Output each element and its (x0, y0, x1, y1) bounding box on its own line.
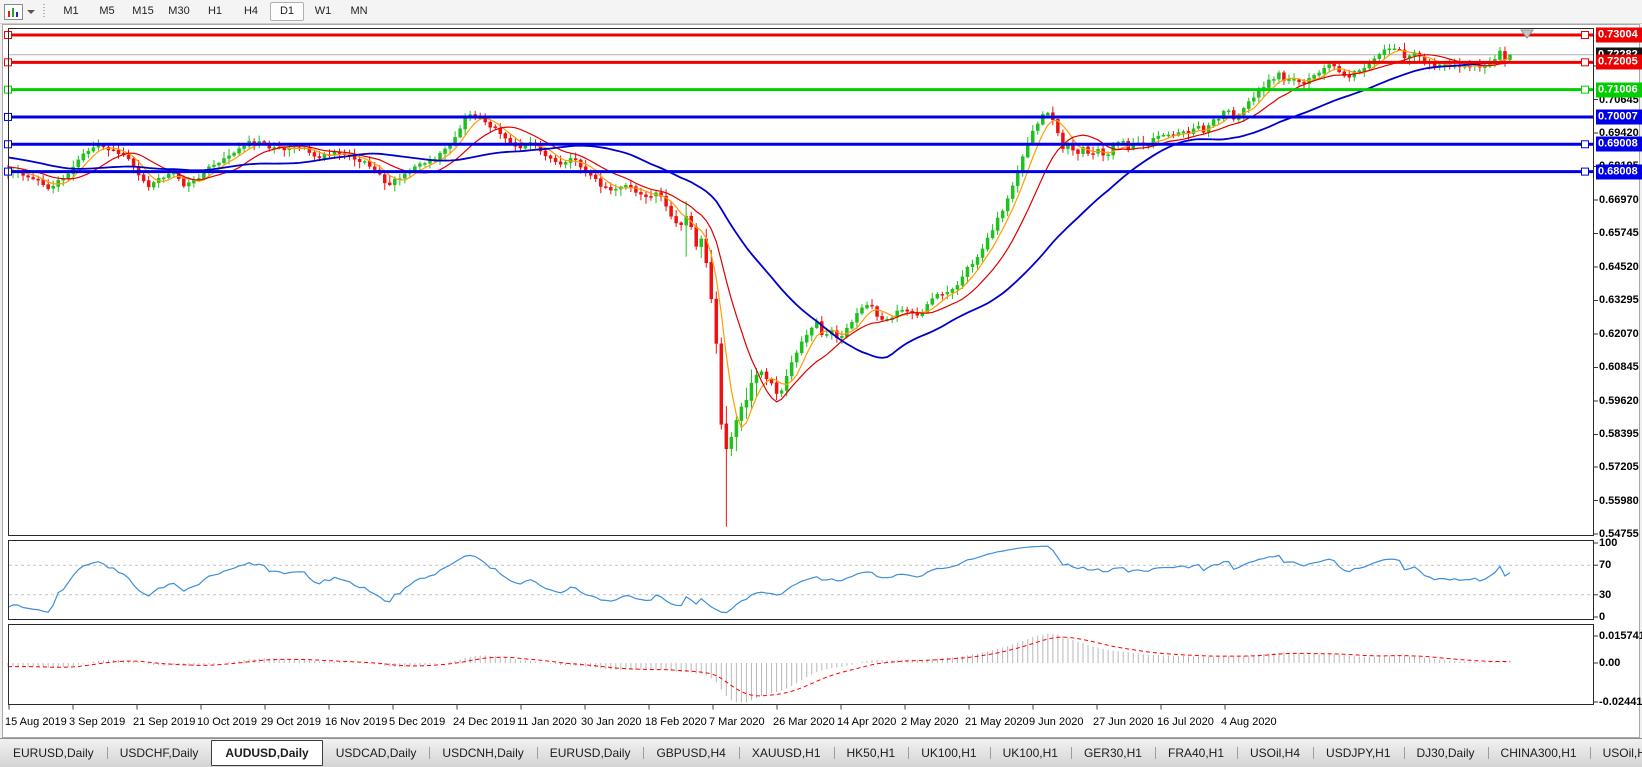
rsi-axis-tick: 30 (1599, 589, 1611, 601)
timeframe-button-m30[interactable]: M30 (162, 2, 196, 21)
macd-axis-tick: -0.024412 (1599, 696, 1642, 708)
timeframe-button-m15[interactable]: M15 (126, 2, 160, 21)
date-axis-label: 5 Dec 2019 (389, 716, 445, 728)
hline-price-badge: 0.73004 (1596, 28, 1642, 43)
price-axis-tick: 0.55980 (1599, 495, 1639, 507)
date-axis-label: 29 Oct 2019 (261, 716, 321, 728)
macd-axis-tick: 0.00 (1599, 657, 1620, 669)
price-axis-tick: 0.66970 (1599, 194, 1639, 206)
date-axis-label: 15 Aug 2019 (5, 716, 67, 728)
date-axis-label: 27 Jun 2020 (1093, 716, 1154, 728)
date-axis-label: 21 May 2020 (965, 716, 1029, 728)
symbol-tab-usdcad-daily[interactable]: USDCAD,Daily (323, 742, 430, 764)
timeframe-button-w1[interactable]: W1 (306, 2, 340, 21)
date-axis-label: 7 Mar 2020 (709, 716, 765, 728)
hline-price-badge: 0.69008 (1596, 137, 1642, 152)
rsi-axis-tick: 0 (1599, 611, 1605, 623)
timeframe-button-m5[interactable]: M5 (90, 2, 124, 21)
rsi-value: 66.7832 (55, 544, 95, 556)
hline-price-badge: 0.70007 (1596, 109, 1642, 124)
price-axis-tick: 0.63295 (1599, 294, 1639, 306)
timeframe-button-h4[interactable]: H4 (234, 2, 268, 21)
date-axis-label: 11 Jan 2020 (517, 716, 577, 728)
macd-name: MACD(12,26,9) (14, 628, 90, 640)
timeframe-button-mn[interactable]: MN (342, 2, 376, 21)
symbol-tab-usdjpy-h1[interactable]: USDJPY,H1 (1313, 742, 1403, 764)
symbol-tab-usdcnh-daily[interactable]: USDCNH,Daily (429, 742, 536, 764)
timeframe-button-d1[interactable]: D1 (270, 2, 304, 21)
date-axis-label: 14 Apr 2020 (837, 716, 896, 728)
price-axis-tick: 0.62070 (1599, 328, 1639, 340)
timeframe-button-m1[interactable]: M1 (54, 2, 88, 21)
macd-signal-value: 0.004460 (142, 628, 188, 640)
date-axis-label: 24 Dec 2019 (453, 716, 515, 728)
toolbar-drag-handle[interactable] (43, 4, 45, 19)
date-axis-label: 18 Feb 2020 (645, 716, 707, 728)
rsi-axis-tick: 100 (1599, 537, 1617, 549)
price-axis-tick: 0.60845 (1599, 361, 1639, 373)
date-axis-label: 2 May 2020 (901, 716, 958, 728)
top-toolbar: M1M5M15M30H1H4D1W1MN (0, 0, 1642, 24)
macd-label: MACD(12,26,9) 0.004172 0.004460 (14, 628, 188, 640)
chevron-down-icon[interactable] (27, 10, 35, 14)
timeframe-button-group: M1M5M15M30H1H4D1W1MN (53, 2, 377, 21)
symbol-tab-eurusd-daily[interactable]: EURUSD,Daily (537, 742, 644, 764)
rsi-name: RSI(14) (14, 544, 52, 556)
symbol-tab-xauusd-h1[interactable]: XAUUSD,H1 (739, 742, 834, 764)
symbol-tab-china300-h1[interactable]: CHINA300,H1 (1488, 742, 1590, 764)
price-axis-tick: 0.65745 (1599, 227, 1639, 239)
ohlc-close: 0.72282 (271, 28, 314, 42)
price-axis-tick: 0.57205 (1599, 461, 1639, 473)
symbol-tab-audusd-daily[interactable]: AUDUSD,Daily (211, 740, 322, 766)
date-axis-label: 16 Nov 2019 (325, 716, 387, 728)
symbol-tab-fra40-h1[interactable]: FRA40,H1 (1155, 742, 1237, 764)
symbol-tab-ger30-h1[interactable]: GER30,H1 (1071, 742, 1155, 764)
hline-price-badge: 0.71006 (1596, 82, 1642, 97)
price-axis-tick: 0.59620 (1599, 395, 1639, 407)
symbol-tab-hk50-h1[interactable]: HK50,H1 (834, 742, 909, 764)
date-axis-label: 10 Oct 2019 (197, 716, 257, 728)
symbol-tab-eurusd-daily[interactable]: EURUSD,Daily (0, 742, 107, 764)
date-axis-label: 16 Jul 2020 (1157, 716, 1214, 728)
symbol-tabs: EURUSD,DailyUSDCHF,DailyAUDUSD,DailyUSDC… (0, 740, 1642, 766)
date-axis-label: 9 Jun 2020 (1029, 716, 1083, 728)
symbol-tab-uk100-h1[interactable]: UK100,H1 (990, 742, 1071, 764)
price-axis-tick: 0.58395 (1599, 428, 1639, 440)
symbol-tab-dj30-daily[interactable]: DJ30,Daily (1404, 742, 1488, 764)
date-axis-label: 21 Sep 2019 (133, 716, 195, 728)
rsi-label: RSI(14) 66.7832 (14, 544, 95, 556)
symbol-tab-bar: EURUSD,DailyUSDCHF,DailyAUDUSD,DailyUSDC… (0, 738, 1642, 767)
ohlc-high: 0.72291 (170, 28, 213, 42)
symbol-tab-usdchf-daily[interactable]: USDCHF,Daily (107, 742, 212, 764)
timeframe-button-h1[interactable]: H1 (198, 2, 232, 21)
chart-windows-icon[interactable] (4, 4, 23, 20)
symbol-tab-usoil-h1[interactable]: USOil,H1 (1590, 742, 1642, 764)
macd-main-value: 0.004172 (93, 628, 139, 640)
date-axis-label: 30 Jan 2020 (581, 716, 642, 728)
price-axis-tick: 0.64520 (1599, 261, 1639, 273)
icon-bar-green (12, 8, 14, 17)
rsi-axis-tick: 70 (1599, 559, 1611, 571)
symbol-tab-usoil-h4[interactable]: USOil,H4 (1237, 742, 1313, 764)
icon-bar-blue (16, 12, 18, 17)
symbol-tab-gbpusd-h4[interactable]: GBPUSD,H4 (643, 742, 738, 764)
chart-window[interactable] (2, 24, 1640, 738)
hline-price-badge: 0.72005 (1596, 55, 1642, 70)
date-axis-label: 26 Mar 2020 (773, 716, 835, 728)
hline-price-badge: 0.68008 (1596, 164, 1642, 179)
date-axis-label: 4 Aug 2020 (1221, 716, 1277, 728)
ohlc-low: 0.72046 (220, 28, 263, 42)
date-axis-label: 3 Sep 2019 (69, 716, 125, 728)
chart-title-row: AUDUSD,Daily 0.72105 0.72291 0.72046 0.7… (16, 28, 314, 42)
symbol-tab-uk100-h1[interactable]: UK100,H1 (908, 742, 989, 764)
chart-symbol-marker-icon (16, 31, 22, 39)
icon-bar-red (8, 11, 10, 17)
macd-axis-tick: 0.015741 (1599, 630, 1642, 642)
chart-symbol-period: AUDUSD,Daily (29, 28, 112, 42)
ohlc-open: 0.72105 (119, 28, 162, 42)
